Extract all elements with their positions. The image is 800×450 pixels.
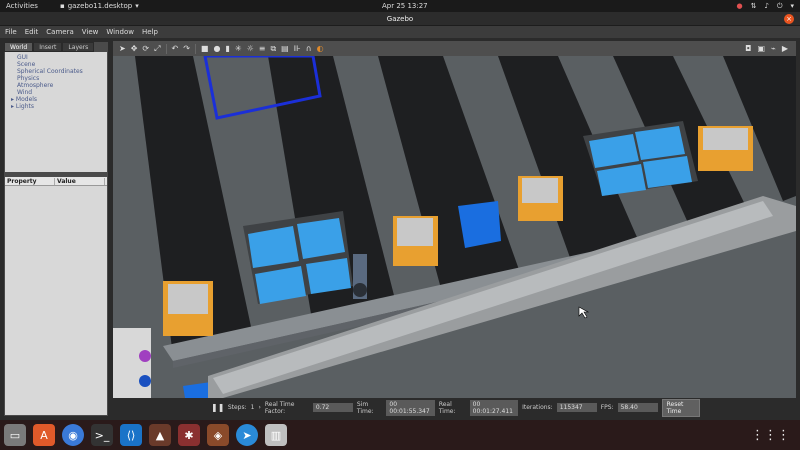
chevron-right-icon[interactable]: › [258, 404, 260, 411]
bug-icon[interactable]: ✱ [178, 424, 200, 446]
redo-icon[interactable]: ↷ [183, 44, 190, 53]
left-panel: World Insert Layers GUI Scene Spherical … [4, 42, 108, 416]
chevron-down-icon: ▾ [790, 1, 794, 10]
app-grid-icon[interactable]: ⋮⋮⋮ [751, 428, 790, 443]
menu-window[interactable]: Window [106, 28, 134, 36]
activities-button[interactable]: Activities [6, 2, 38, 10]
orange-mode-icon[interactable]: ◐ [317, 44, 324, 53]
tree-item-lights[interactable]: ▸ Lights [9, 103, 107, 110]
tree-item-label: Lights [15, 103, 35, 110]
app-menu[interactable]: ▪ gazebo11.desktop ▾ [60, 2, 139, 10]
vscode-icon[interactable]: ⟨⟩ [120, 424, 142, 446]
magnet-icon[interactable]: ∩ [306, 44, 312, 53]
fps-label: FPS: [600, 404, 614, 411]
panel-tabs: World Insert Layers [4, 42, 108, 52]
real-time-label: Real Time: [438, 400, 456, 415]
chrome-icon[interactable]: ◉ [62, 424, 84, 446]
telegram-icon[interactable]: ➤ [236, 424, 258, 446]
copy-icon[interactable]: ⧉ [270, 44, 276, 54]
document-icon[interactable]: ▥ [265, 424, 287, 446]
power-icon: ⏻ [776, 1, 783, 10]
tree-item-atmosphere[interactable]: Atmosphere [9, 82, 107, 89]
plot-icon[interactable]: ⌁ [771, 44, 776, 53]
menu-bar: File Edit Camera View Window Help [0, 26, 800, 38]
column-property: Property [5, 177, 55, 185]
app-icon: ▪ [59, 2, 65, 10]
window-title: Gazebo [386, 14, 414, 23]
sim-time-value: 00 00:01:55.347 [386, 399, 435, 416]
fps-value: 58.40 [617, 403, 658, 412]
software-icon[interactable]: A [33, 424, 55, 446]
volume-icon: ♪ [764, 1, 769, 10]
clock[interactable]: Apr 25 13:27 [382, 2, 428, 10]
undo-icon[interactable]: ↶ [172, 44, 179, 53]
cylinder-icon[interactable]: ▮ [225, 44, 229, 53]
steps-label: Steps: [227, 404, 247, 411]
sim-time-label: Sim Time: [356, 400, 374, 415]
pointlight-icon[interactable]: ✳ [235, 44, 242, 53]
column-value: Value [55, 177, 105, 185]
scale-icon[interactable]: ⤢ [154, 44, 160, 54]
iterations-value: 115347 [556, 403, 597, 412]
tree-item-wind[interactable]: Wind [9, 89, 107, 96]
dirlight-icon[interactable]: ≡ [259, 44, 266, 53]
property-table: Property Value [5, 177, 107, 415]
menu-help[interactable]: Help [142, 28, 158, 36]
close-button[interactable]: × [784, 14, 794, 24]
separator [165, 43, 167, 54]
network-icon: ⇅ [750, 1, 757, 10]
gazebo-icon[interactable]: ◈ [207, 424, 229, 446]
align-icon[interactable]: ⊪ [294, 44, 301, 53]
box-icon[interactable]: ■ [201, 44, 209, 53]
video-icon[interactable]: ▶ [782, 44, 788, 53]
world-tree: GUI Scene Spherical Coordinates Physics … [5, 52, 107, 172]
rotate-icon[interactable]: ⟳ [142, 44, 149, 53]
sphere-icon[interactable]: ● [213, 44, 220, 53]
rtf-value: 0.72 [312, 403, 353, 412]
steps-value[interactable]: 1 [251, 404, 255, 411]
terminal-icon[interactable]: >_ [91, 424, 113, 446]
system-tray[interactable]: ● ⇅ ♪ ⏻ ▾ [736, 2, 794, 11]
tree-item-label: Models [15, 96, 38, 103]
iterations-label: Iterations: [522, 404, 553, 411]
property-header: Property Value [5, 177, 107, 186]
app-name: gazebo11.desktop [67, 2, 133, 10]
tree-item-gui[interactable]: GUI [9, 54, 107, 61]
chevron-down-icon: ▾ [135, 2, 139, 10]
matlab-icon[interactable]: ▲ [149, 424, 171, 446]
select-icon[interactable]: ➤ [119, 44, 126, 53]
menu-camera[interactable]: Camera [46, 28, 73, 36]
tab-world[interactable]: World [4, 42, 34, 52]
tab-insert[interactable]: Insert [33, 42, 63, 52]
status-bar: Steps: 1 › Real Time Factor: 0.72 Sim Ti… [200, 398, 700, 417]
tree-item-models[interactable]: ▸ Models [9, 96, 107, 103]
scene-render [113, 56, 796, 398]
toolbar-right: ◘ ▣ ⌁ ▶ [745, 44, 788, 53]
menu-edit[interactable]: Edit [25, 28, 39, 36]
separator [194, 43, 196, 54]
tree-item-physics[interactable]: Physics [9, 75, 107, 82]
menu-view[interactable]: View [82, 28, 99, 36]
tab-layers[interactable]: Layers [62, 42, 95, 52]
real-time-value: 00 00:01:27.411 [469, 399, 519, 416]
record-icon: ● [736, 1, 743, 10]
rtf-label: Real Time Factor: [264, 400, 295, 415]
files-icon[interactable]: ▭ [4, 424, 26, 446]
paste-icon[interactable]: ▤ [281, 44, 289, 53]
dock: ▭ A ◉ >_ ⟨⟩ ▲ ✱ ◈ ➤ ▥ ⋮⋮⋮ [0, 420, 800, 450]
tree-item-spherical[interactable]: Spherical Coordinates [9, 68, 107, 75]
spotlight-icon[interactable]: ☼ [247, 44, 254, 53]
screenshot-icon[interactable]: ◘ [745, 44, 751, 53]
window-title-bar: Gazebo × [0, 12, 800, 26]
system-top-bar: Activities ▪ gazebo11.desktop ▾ Apr 25 1… [0, 0, 800, 12]
translate-icon[interactable]: ✥ [131, 44, 138, 53]
screen: Activities ▪ gazebo11.desktop ▾ Apr 25 1… [0, 0, 800, 450]
log-icon[interactable]: ▣ [757, 44, 765, 53]
menu-file[interactable]: File [5, 28, 17, 36]
reset-time-button[interactable]: Reset Time [661, 398, 700, 417]
tree-item-scene[interactable]: Scene [9, 61, 107, 68]
toolbar: ➤ ✥ ⟳ ⤢ ↶ ↷ ■ ● ▮ ✳ ☼ ≡ ⧉ ▤ ⊪ ∩ ◐ ◘ ▣ ⌁ … [113, 41, 796, 56]
scene-viewport[interactable] [113, 56, 796, 398]
